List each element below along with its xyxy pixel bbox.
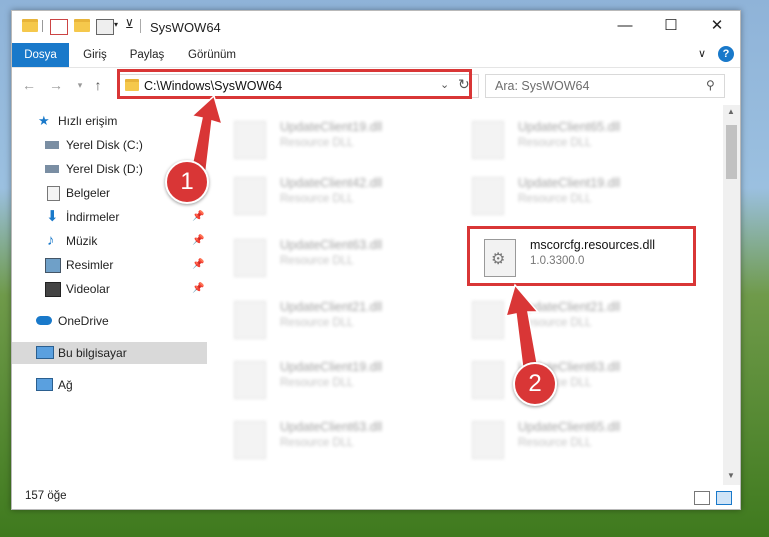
- step-2-badge: 2: [513, 362, 557, 406]
- annotation-arrows: [189, 94, 540, 371]
- step-1-badge: 1: [165, 160, 209, 204]
- arrow-2-icon: [504, 283, 540, 371]
